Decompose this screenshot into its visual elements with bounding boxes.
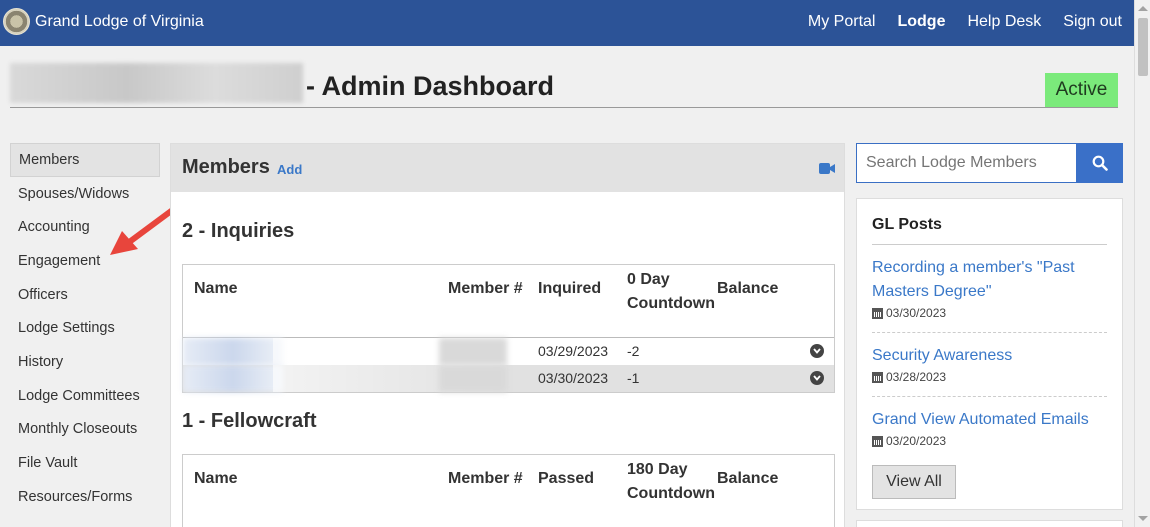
col-inquired[interactable]: Inquired (538, 280, 601, 298)
inquiries-table: Name Member # Inquired 0 Day Countdown B… (182, 264, 835, 393)
member-name-redacted (183, 338, 283, 365)
fellowcraft-title: 1 - Fellowcraft (182, 410, 317, 432)
top-navbar: Grand Lodge of Virginia My Portal Lodge … (0, 0, 1134, 46)
video-camera-icon[interactable] (819, 163, 835, 174)
chevron-down-circle-icon[interactable] (810, 344, 824, 358)
view-all-button[interactable]: View All (872, 465, 956, 499)
sidebar-item-members[interactable]: Members (10, 143, 160, 177)
post-link[interactable]: Security Awareness (872, 344, 1107, 368)
nav-sign-out[interactable]: Sign out (1063, 13, 1122, 31)
scroll-thumb[interactable] (1138, 18, 1148, 76)
add-member-link[interactable]: Add (277, 162, 302, 177)
sidebar-item-resources-forms[interactable]: Resources/Forms (10, 480, 160, 514)
post-item: Grand View Automated Emails 03/20/2023 (872, 408, 1107, 448)
table-row[interactable]: 03/30/2023 -1 (183, 365, 834, 392)
table-header: Name Member # Passed 180 Day Countdown B… (183, 455, 834, 527)
col-name[interactable]: Name (194, 470, 238, 488)
search-input[interactable] (856, 143, 1077, 183)
col-passed[interactable]: Passed (538, 470, 594, 488)
post-date: 03/28/2023 (872, 370, 1107, 384)
chevron-down-circle-icon[interactable] (810, 371, 824, 385)
calendar-icon (872, 371, 883, 383)
post-link[interactable]: Recording a member's "Past Masters Degre… (872, 256, 1107, 304)
col-name[interactable]: Name (194, 280, 238, 298)
divider (872, 396, 1107, 397)
brand-name: Grand Lodge of Virginia (35, 12, 204, 30)
col-member-number[interactable]: Member # (448, 470, 523, 488)
inquiries-title: 2 - Inquiries (182, 220, 295, 242)
col-balance[interactable]: Balance (717, 280, 778, 298)
post-date: 03/20/2023 (872, 434, 1107, 448)
sidebar-item-monthly-closeouts[interactable]: Monthly Closeouts (10, 413, 160, 447)
post-date-text: 03/28/2023 (886, 370, 947, 384)
page-scrollbar[interactable] (1134, 0, 1150, 527)
sidebar-item-history[interactable]: History (10, 345, 160, 379)
col-countdown[interactable]: 0 Day Countdown (627, 268, 719, 316)
header-divider (10, 107, 1118, 108)
countdown-value: -2 (627, 343, 640, 359)
col-countdown[interactable]: 180 Day Countdown (627, 458, 719, 506)
table-row[interactable]: 03/29/2023 -2 (183, 338, 834, 365)
member-number-redacted (439, 365, 507, 392)
inquired-date: 03/29/2023 (538, 343, 609, 359)
sidebar-item-file-vault[interactable]: File Vault (10, 446, 160, 480)
brand[interactable]: Grand Lodge of Virginia (3, 8, 204, 35)
panel-title: Members (182, 156, 270, 178)
inquired-date: 03/30/2023 (538, 370, 609, 386)
scroll-down-arrow-icon[interactable] (1138, 516, 1148, 521)
post-item: Recording a member's "Past Masters Degre… (872, 256, 1107, 320)
col-member-number[interactable]: Member # (448, 280, 523, 298)
next-panel (856, 520, 1123, 527)
status-badge: Active (1045, 73, 1118, 107)
member-name-redacted (183, 365, 283, 392)
members-panel-header: Members Add (171, 144, 844, 192)
calendar-icon (872, 307, 883, 319)
nav-my-portal[interactable]: My Portal (808, 13, 876, 31)
post-date-text: 03/30/2023 (886, 306, 947, 320)
sidebar-item-lodge-committees[interactable]: Lodge Committees (10, 379, 160, 413)
page-title: - Admin Dashboard (306, 71, 555, 101)
col-balance[interactable]: Balance (717, 470, 778, 488)
nav-links: My Portal Lodge Help Desk Sign out (808, 13, 1122, 31)
fellowcraft-table: Name Member # Passed 180 Day Countdown B… (182, 454, 835, 527)
nav-help-desk[interactable]: Help Desk (967, 13, 1041, 31)
post-date-text: 03/20/2023 (886, 434, 947, 448)
gl-posts-panel: GL Posts Recording a member's "Past Mast… (856, 198, 1123, 510)
countdown-value: -1 (627, 370, 640, 386)
table-header: Name Member # Inquired 0 Day Countdown B… (183, 265, 834, 338)
post-date: 03/30/2023 (872, 306, 1107, 320)
member-number-redacted (439, 338, 507, 365)
calendar-icon (872, 435, 883, 447)
post-item: Security Awareness 03/28/2023 (872, 344, 1107, 384)
search-icon (1092, 155, 1108, 171)
post-link[interactable]: Grand View Automated Emails (872, 408, 1107, 432)
divider (872, 244, 1107, 245)
gl-posts-title: GL Posts (872, 216, 942, 233)
divider (872, 332, 1107, 333)
search-button[interactable] (1076, 143, 1123, 183)
sidebar-item-lodge-settings[interactable]: Lodge Settings (10, 311, 160, 345)
grand-lodge-seal-icon (3, 8, 30, 35)
lodge-name-redacted (10, 63, 303, 103)
members-panel: Members Add 2 - Inquiries Name Member # … (170, 143, 845, 527)
sidebar-item-officers[interactable]: Officers (10, 278, 160, 312)
scroll-up-arrow-icon[interactable] (1138, 6, 1148, 11)
nav-lodge[interactable]: Lodge (897, 13, 945, 31)
